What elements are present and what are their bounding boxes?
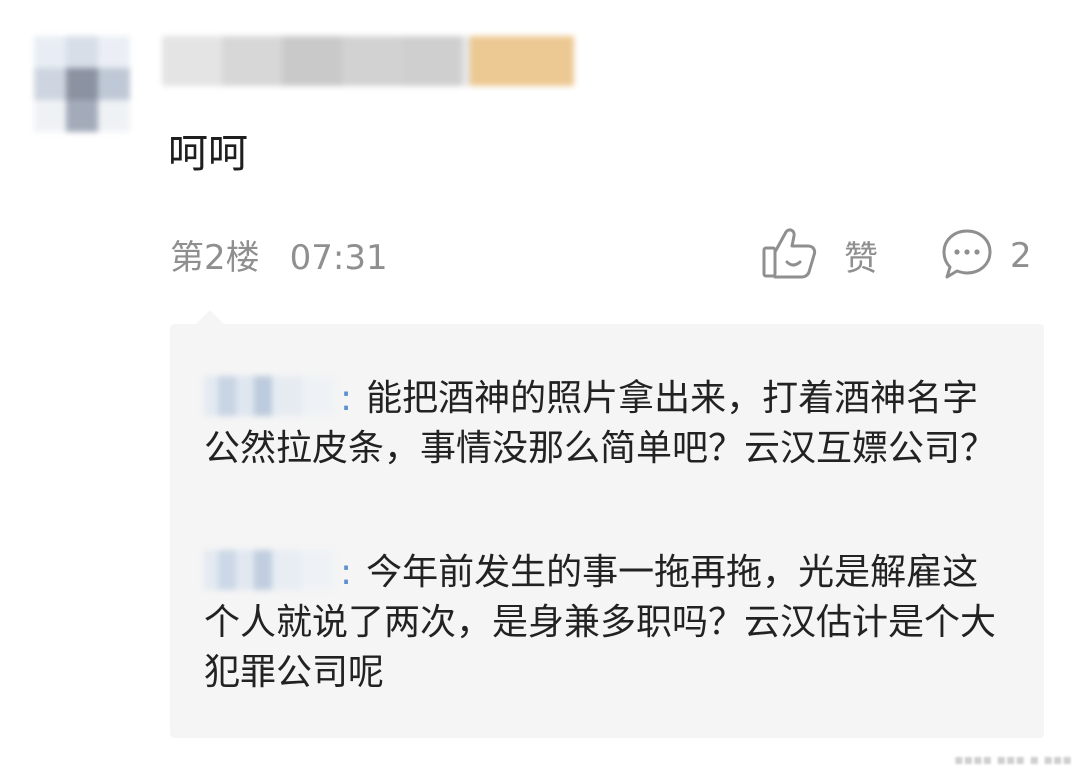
reply-count: 2 [1010, 236, 1032, 276]
avatar[interactable] [34, 36, 130, 132]
comment-text: 呵呵 [168, 131, 248, 177]
watermark: ▪▪▪▪ ▪▪▪ ▪ ▪▪▪ [954, 752, 1072, 768]
floor-number: 第2楼 [170, 238, 260, 278]
reply-button[interactable]: 2 [940, 228, 1032, 284]
reply-box-pointer [196, 310, 224, 324]
reply-item[interactable]: : 能把酒神的照片拿出来，打着酒神名字公然拉皮条，事情没那么简单吧？云汉互嫖公司？ [204, 374, 1014, 474]
thumbs-up-icon [760, 224, 818, 286]
comment-meta: 第2楼 07:31 [170, 236, 388, 280]
like-button[interactable]: 赞 [760, 226, 878, 284]
reply-item[interactable]: : 今年前发生的事一拖再拖，光是解雇这个人就说了两次，是身兼多职吗？云汉估计是个大… [204, 548, 1014, 698]
like-label: 赞 [844, 238, 878, 279]
reply-separator: : [340, 552, 353, 593]
reply-author-name[interactable] [204, 376, 334, 416]
comment-bubble-icon [940, 227, 994, 285]
reply-author-name[interactable] [204, 550, 334, 590]
reply-separator: : [340, 378, 353, 419]
commenter-name[interactable] [162, 36, 574, 86]
comment-time: 07:31 [289, 238, 388, 278]
